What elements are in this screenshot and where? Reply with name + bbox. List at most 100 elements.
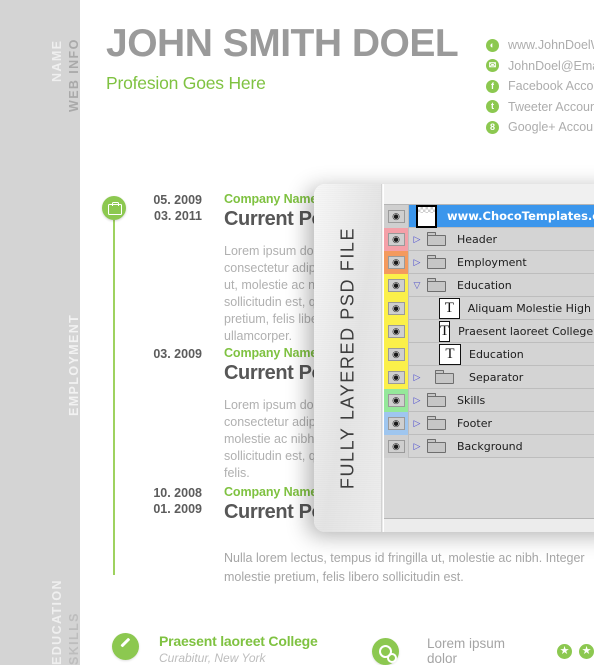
layer-name: Header [457,232,498,246]
eye-icon: ◉ [387,255,405,269]
layer-visibility-toggle[interactable]: ◉ [384,250,409,274]
page-title: JOHN SMITH DOEL [106,22,459,65]
date-from: 10. 2008 [153,486,202,500]
layers-panel-statusbar [384,518,594,532]
layer-row[interactable]: ◉ T Education [384,342,594,366]
text-layer-icon: T [439,320,451,342]
chevron-right-icon[interactable]: ▷ [409,395,425,406]
layer-row[interactable]: ◉ www.ChocoTemplates.com [384,204,594,228]
folder-icon [425,415,449,431]
layer-row[interactable]: ◉ ▷ Separator [384,365,594,389]
employment-dates: 03. 2009 [140,346,202,362]
layer-name: Skills [457,393,486,407]
layer-visibility-toggle[interactable]: ◉ [384,342,409,366]
layer-visibility-toggle[interactable]: ◉ [384,434,409,458]
eye-icon: ◉ [387,278,405,292]
chevron-right-icon[interactable]: ▷ [409,441,425,452]
list-item[interactable]: f Facebook Account [486,76,594,97]
skills-entry: Lorem ipsum dolor ★ ★ [372,636,594,665]
layer-row[interactable]: ◉ T Praesent laoreet College Curabitur [384,319,594,343]
eye-icon: ◉ [387,347,405,361]
chevron-right-icon[interactable]: ▷ [409,372,425,383]
web-info-label: JohnDoel@Email.com [508,58,594,73]
layer-row[interactable]: ◉ ▷ Employment [384,250,594,274]
psd-label-column: FULLY LAYERED PSD FILE [314,184,382,532]
date-to: 03. 2011 [154,209,202,223]
rail-label-education: EDUCATION [50,579,64,665]
chevron-right-icon[interactable]: ▷ [409,234,425,245]
rail-label-name: NAME [50,39,64,82]
layer-name: Footer [457,416,492,430]
layer-row[interactable]: ◉ ▷ Skills [384,388,594,412]
layer-row[interactable]: ◉ ▷ Header [384,227,594,251]
list-item[interactable]: 8 Google+ Account [486,117,594,138]
folder-icon [425,254,449,270]
layer-name: Separator [469,370,524,384]
layer-visibility-toggle[interactable]: ◉ [384,388,409,412]
page-header: JOHN SMITH DOEL Profesion Goes Here [106,22,459,94]
layer-visibility-toggle[interactable]: ◉ [384,411,409,435]
layer-visibility-toggle[interactable]: ◉ [384,319,409,343]
layers-panel[interactable]: ◉ www.ChocoTemplates.com ◉ ▷ Header ◉ ▷ Employm… [383,184,594,532]
eye-icon: ◉ [387,232,405,246]
list-item[interactable]: t Tweeter Account [486,97,594,118]
skills-rating: ★ ★ [557,643,594,659]
layers-panel-titlebar [384,184,594,205]
layer-row[interactable]: ◉ ▽ Education [384,273,594,297]
date-from: 05. 2009 [153,193,202,207]
employment-dates: 10. 2008 01. 2009 [140,485,202,517]
list-item[interactable]: ✉ JohnDoel@Email.com [486,56,594,77]
education-entry: Praesent laoreet College Curabitur, New … [112,633,318,665]
rail-label-web-info: WEB INFO [67,38,81,112]
eye-icon: ◉ [387,439,405,453]
layer-name: Background [457,439,523,453]
folder-icon [425,392,449,408]
facebook-icon: f [486,79,499,93]
layer-name: www.ChocoTemplates.com [447,209,594,223]
skills-label: Lorem ipsum dolor [427,636,506,665]
gear-icon [372,637,399,665]
text-layer-icon: T [439,297,460,319]
email-icon: ✉ [486,59,499,73]
eye-icon: ◉ [387,324,405,338]
layer-row[interactable]: ◉ T Aliquam Molestie High Scool [384,296,594,320]
date-to: 01. 2009 [153,502,202,516]
rail-label-employment: EMPLOYMENT [67,313,81,416]
folder-icon [433,369,457,385]
layer-row[interactable]: ◉ ▷ Footer [384,411,594,435]
layer-row[interactable]: ◉ ▷ Background [384,434,594,458]
web-info-label: www.JohnDoelWebsite.com [508,38,594,53]
layers-list[interactable]: ◉ www.ChocoTemplates.com ◉ ▷ Header ◉ ▷ Employm… [384,204,594,458]
layer-visibility-toggle[interactable]: ◉ [384,365,409,389]
web-icon: ◐ [486,38,499,52]
eye-icon: ◉ [387,393,405,407]
layer-visibility-toggle[interactable]: ◉ [384,204,409,228]
eye-icon: ◉ [387,370,405,384]
layer-thumbnail [409,204,443,228]
chevron-down-icon[interactable]: ▽ [409,280,425,291]
chevron-right-icon[interactable]: ▷ [409,418,425,429]
layer-visibility-toggle[interactable]: ◉ [384,296,409,320]
resume-template-preview: NAME WEB INFO EMPLOYMENT EDUCATION SKILL… [0,0,594,665]
googleplus-icon: 8 [486,120,499,134]
eye-icon: ◉ [387,301,405,315]
education-title: Praesent laoreet College [159,633,318,649]
folder-icon [425,277,449,293]
layer-name: Education [469,347,524,361]
layer-name: Praesent laoreet College Curabitur [458,324,594,338]
chevron-right-icon[interactable]: ▷ [409,257,425,268]
date-from: 03. 2009 [153,347,202,361]
layer-visibility-toggle[interactable]: ◉ [384,273,409,297]
psd-vertical-label: FULLY LAYERED PSD FILE [337,226,357,490]
list-item[interactable]: ◐ www.JohnDoelWebsite.com [486,35,594,56]
layer-visibility-toggle[interactable]: ◉ [384,227,409,251]
twitter-icon: t [486,100,499,114]
star-icon: ★ [557,643,572,659]
text-layer-icon: T [439,343,461,365]
timeline-line [113,220,115,575]
profession-label: Profesion Goes Here [106,73,266,93]
eye-icon: ◉ [387,416,405,430]
web-info-label: Google+ Account [508,120,594,135]
layer-name: Aliquam Molestie High Scool [467,301,594,315]
folder-icon [425,438,449,454]
